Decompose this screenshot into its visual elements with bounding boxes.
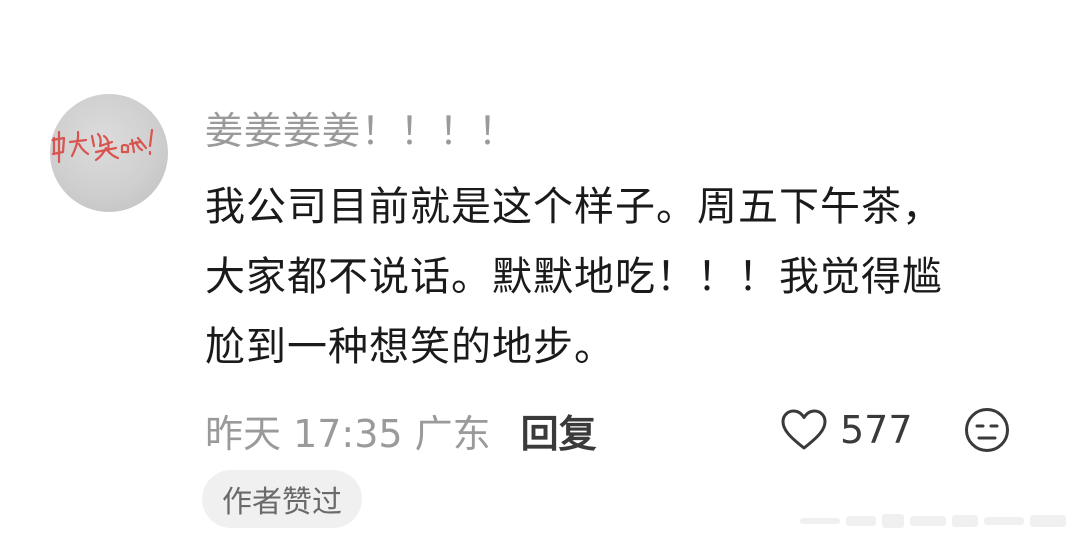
watermark [800,514,1066,528]
neutral-face-icon [965,408,1009,452]
comment-item: 姜姜姜姜！！！！ 我公司目前就是这个样子。周五下午茶， 大家都不说话。默默地吃！… [0,0,1080,549]
comment-body-line: 尬到一种想笑的地步。 [205,324,615,370]
comment-body: 我公司目前就是这个样子。周五下午茶， 大家都不说话。默默地吃！！！我觉得尴 尬到… [205,172,1055,382]
like-button[interactable]: 577 [780,402,913,458]
comment-location: 广东 [414,411,491,456]
author-liked-badge: 作者赞过 [202,470,362,528]
reply-button[interactable]: 回复 [521,403,597,458]
comment-time: 昨天 17:35 [205,411,403,456]
dislike-button[interactable] [964,407,1010,453]
heart-outline-icon [781,409,827,450]
like-count: 577 [840,408,913,452]
comment-body-line: 我公司目前就是这个样子。周五下午茶， [205,184,943,230]
comment-body-line: 大家都不说话。默默地吃！！！我觉得尴 [205,254,943,300]
handwriting-avatar-icon [50,128,154,164]
comment-meta: 昨天 17:35 广东 回复 [205,402,597,458]
avatar[interactable] [50,94,168,212]
username[interactable]: 姜姜姜姜！！！！ [205,100,517,155]
